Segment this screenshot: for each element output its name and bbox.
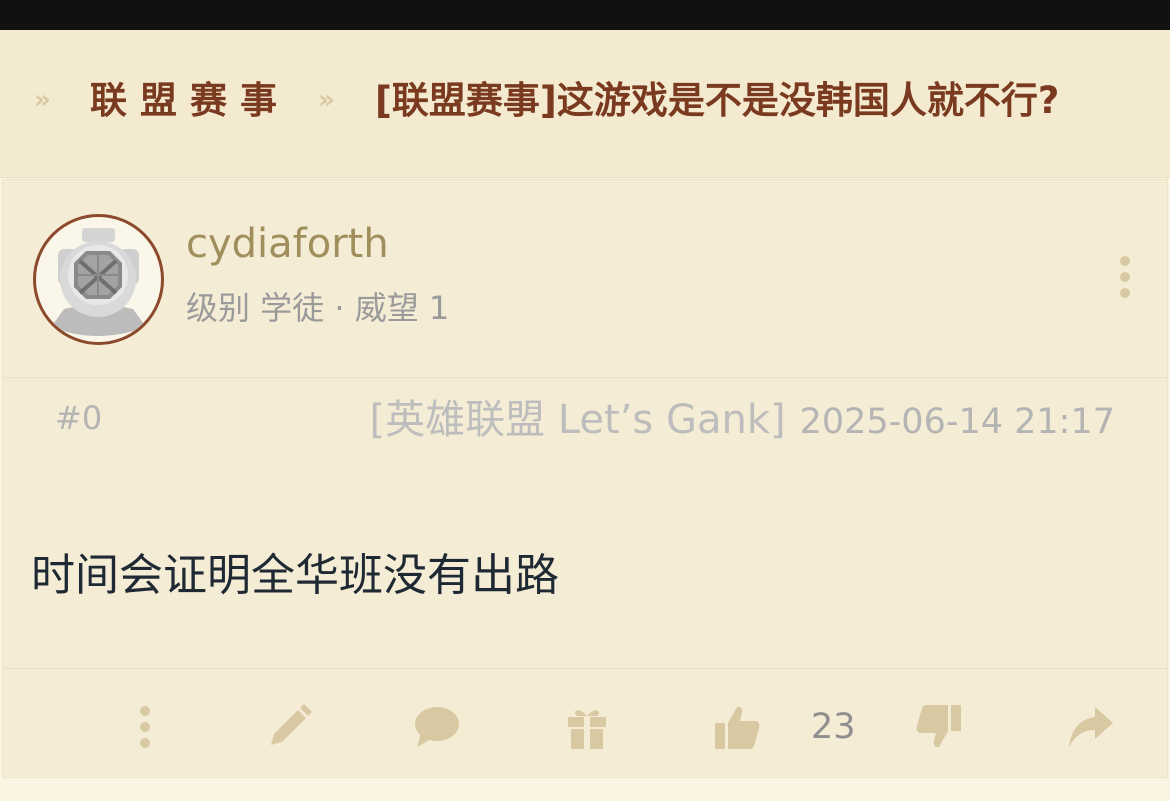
- breadcrumb: » 联盟赛事 » [联盟赛事]这游戏是不是没韩国人就不行?: [0, 30, 1170, 178]
- gift-icon[interactable]: [563, 703, 611, 751]
- share-icon[interactable]: [1067, 703, 1115, 751]
- username[interactable]: cydiaforth: [186, 216, 389, 272]
- floor-number: #0: [55, 399, 103, 437]
- thumbs-up-icon[interactable]: [713, 703, 761, 751]
- post-tag[interactable]: [英雄联盟 Let’s Gank]: [370, 397, 786, 443]
- post-card: cydiaforth 级别 学徒 · 威望 1 #0 [英雄联盟 Let’s G…: [2, 179, 1168, 778]
- comment-icon[interactable]: [413, 703, 461, 751]
- like-count: 23: [811, 707, 856, 747]
- avatar[interactable]: [33, 214, 164, 345]
- more-vertical-icon[interactable]: [121, 703, 169, 751]
- user-level-reputation: 级别 学徒 · 威望 1: [186, 289, 450, 327]
- action-bar: 23: [3, 668, 1167, 779]
- status-bar: [0, 0, 1170, 30]
- post-header: cydiaforth 级别 学徒 · 威望 1: [3, 180, 1167, 378]
- more-vertical-icon[interactable]: [1115, 254, 1135, 300]
- pencil-icon[interactable]: [265, 703, 313, 751]
- breadcrumb-separator: »: [34, 85, 51, 115]
- post-content: 时间会证明全华班没有出路: [31, 550, 559, 601]
- breadcrumb-forum-link[interactable]: 联盟赛事: [90, 76, 290, 126]
- breadcrumb-separator: »: [318, 85, 335, 115]
- post-meta: #0 [英雄联盟 Let’s Gank] 2025-06-14 21:17: [3, 378, 1167, 468]
- post-datetime: 2025-06-14 21:17: [799, 402, 1115, 442]
- breadcrumb-thread-title[interactable]: [联盟赛事]这游戏是不是没韩国人就不行?: [375, 76, 1059, 126]
- thumbs-down-icon[interactable]: [915, 703, 963, 751]
